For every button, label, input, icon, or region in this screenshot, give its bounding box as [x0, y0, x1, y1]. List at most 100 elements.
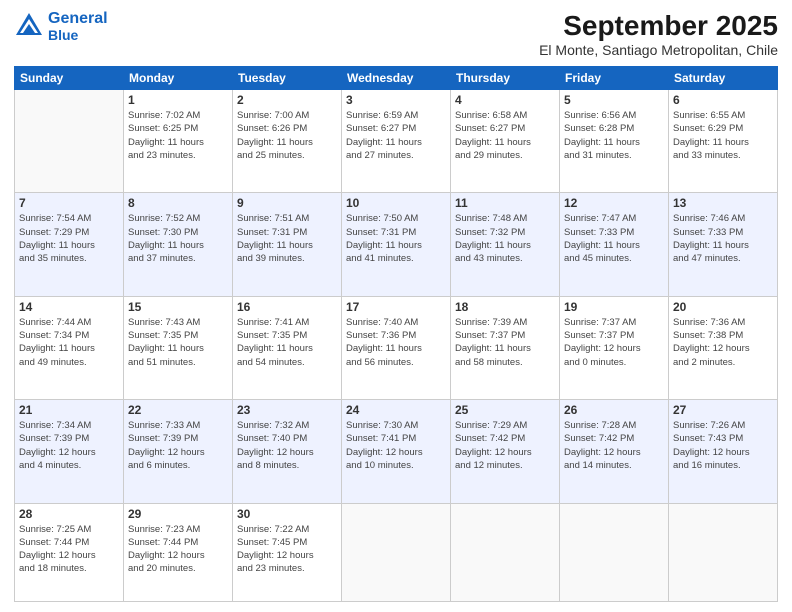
table-cell: 11Sunrise: 7:48 AM Sunset: 7:32 PM Dayli… [451, 193, 560, 296]
page: General Blue September 2025 El Monte, Sa… [0, 0, 792, 612]
day-number: 30 [237, 507, 337, 521]
table-cell: 16 Sunrise: 7:41 AM Sunset: 7:35 PM Dayli… [233, 296, 342, 399]
day-number: 16 [237, 300, 337, 314]
day-number: 3 [346, 93, 446, 107]
table-cell: 29 Sunrise: 7:23 AM Sunset: 7:44 PM Dayli… [124, 503, 233, 602]
col-tuesday: Tuesday [233, 67, 342, 90]
col-saturday: Saturday [669, 67, 778, 90]
day-number: 17 [346, 300, 446, 314]
location: El Monte, Santiago Metropolitan, Chile [539, 42, 778, 58]
day-number: 28 [19, 507, 119, 521]
day-info: Sunrise: 7:29 AM Sunset: 7:42 PM Dayligh… [455, 419, 555, 472]
day-number: 6 [673, 93, 773, 107]
col-wednesday: Wednesday [342, 67, 451, 90]
table-cell: 12 Sunrise: 7:47 AM Sunset: 7:33 PM Dayli… [560, 193, 669, 296]
day-info: Sunrise: 7:34 AM Sunset: 7:39 PM Dayligh… [19, 419, 119, 472]
table-cell [669, 503, 778, 602]
table-cell: 18 Sunrise: 7:39 AM Sunset: 7:37 PM Dayli… [451, 296, 560, 399]
day-number: 8 [128, 196, 228, 210]
table-cell: 26 Sunrise: 7:28 AM Sunset: 7:42 PM Dayli… [560, 400, 669, 503]
calendar-row: 7Sunrise: 7:54 AM Sunset: 7:29 PM Daylig… [15, 193, 778, 296]
day-info: Sunrise: 7:41 AM Sunset: 7:35 PM Dayligh… [237, 316, 337, 369]
table-cell: 10 Sunrise: 7:50 AM Sunset: 7:31 PM Dayli… [342, 193, 451, 296]
day-info: Sunrise: 7:44 AM Sunset: 7:34 PM Dayligh… [19, 316, 119, 369]
day-number: 19 [564, 300, 664, 314]
day-number: 14 [19, 300, 119, 314]
day-number: 25 [455, 403, 555, 417]
day-info: Sunrise: 7:47 AM Sunset: 7:33 PM Dayligh… [564, 212, 664, 265]
table-cell: 25 Sunrise: 7:29 AM Sunset: 7:42 PM Dayli… [451, 400, 560, 503]
col-thursday: Thursday [451, 67, 560, 90]
logo: General Blue [14, 10, 108, 43]
table-cell: 9Sunrise: 7:51 AM Sunset: 7:31 PM Daylig… [233, 193, 342, 296]
table-cell [451, 503, 560, 602]
day-number: 13 [673, 196, 773, 210]
table-cell: 6Sunrise: 6:55 AM Sunset: 6:29 PM Daylig… [669, 90, 778, 193]
col-sunday: Sunday [15, 67, 124, 90]
month-title: September 2025 [539, 10, 778, 42]
calendar-row: 28 Sunrise: 7:25 AM Sunset: 7:44 PM Dayli… [15, 503, 778, 602]
day-info: Sunrise: 7:30 AM Sunset: 7:41 PM Dayligh… [346, 419, 446, 472]
day-number: 18 [455, 300, 555, 314]
day-info: Sunrise: 7:28 AM Sunset: 7:42 PM Dayligh… [564, 419, 664, 472]
day-info: Sunrise: 7:39 AM Sunset: 7:37 PM Dayligh… [455, 316, 555, 369]
table-cell: 19 Sunrise: 7:37 AM Sunset: 7:37 PM Dayli… [560, 296, 669, 399]
title-block: September 2025 El Monte, Santiago Metrop… [539, 10, 778, 58]
table-cell [560, 503, 669, 602]
day-info: Sunrise: 7:52 AM Sunset: 7:30 PM Dayligh… [128, 212, 228, 265]
day-info: Sunrise: 6:58 AM Sunset: 6:27 PM Dayligh… [455, 109, 555, 162]
day-number: 5 [564, 93, 664, 107]
calendar-table: Sunday Monday Tuesday Wednesday Thursday… [14, 66, 778, 602]
day-number: 23 [237, 403, 337, 417]
day-number: 15 [128, 300, 228, 314]
table-cell: 2Sunrise: 7:00 AM Sunset: 6:26 PM Daylig… [233, 90, 342, 193]
table-cell: 23 Sunrise: 7:32 AM Sunset: 7:40 PM Dayli… [233, 400, 342, 503]
day-info: Sunrise: 6:56 AM Sunset: 6:28 PM Dayligh… [564, 109, 664, 162]
table-cell: 17 Sunrise: 7:40 AM Sunset: 7:36 PM Dayli… [342, 296, 451, 399]
table-cell: 30Sunrise: 7:22 AM Sunset: 7:45 PM Dayli… [233, 503, 342, 602]
day-number: 10 [346, 196, 446, 210]
day-number: 24 [346, 403, 446, 417]
day-number: 4 [455, 93, 555, 107]
day-info: Sunrise: 7:23 AM Sunset: 7:44 PM Dayligh… [128, 523, 228, 576]
day-info: Sunrise: 7:25 AM Sunset: 7:44 PM Dayligh… [19, 523, 119, 576]
day-info: Sunrise: 6:59 AM Sunset: 6:27 PM Dayligh… [346, 109, 446, 162]
table-cell [15, 90, 124, 193]
table-cell: 13 Sunrise: 7:46 AM Sunset: 7:33 PM Dayli… [669, 193, 778, 296]
table-cell: 14 Sunrise: 7:44 AM Sunset: 7:34 PM Dayli… [15, 296, 124, 399]
day-info: Sunrise: 7:00 AM Sunset: 6:26 PM Dayligh… [237, 109, 337, 162]
day-number: 12 [564, 196, 664, 210]
day-info: Sunrise: 7:26 AM Sunset: 7:43 PM Dayligh… [673, 419, 773, 472]
day-number: 27 [673, 403, 773, 417]
day-info: Sunrise: 7:36 AM Sunset: 7:38 PM Dayligh… [673, 316, 773, 369]
table-cell: 28 Sunrise: 7:25 AM Sunset: 7:44 PM Dayli… [15, 503, 124, 602]
table-cell: 4 Sunrise: 6:58 AM Sunset: 6:27 PM Daylig… [451, 90, 560, 193]
calendar-header-row: Sunday Monday Tuesday Wednesday Thursday… [15, 67, 778, 90]
calendar-row: 21Sunrise: 7:34 AM Sunset: 7:39 PM Dayli… [15, 400, 778, 503]
day-info: Sunrise: 7:50 AM Sunset: 7:31 PM Dayligh… [346, 212, 446, 265]
day-info: Sunrise: 7:40 AM Sunset: 7:36 PM Dayligh… [346, 316, 446, 369]
table-cell: 1Sunrise: 7:02 AM Sunset: 6:25 PM Daylig… [124, 90, 233, 193]
day-number: 7 [19, 196, 119, 210]
day-info: Sunrise: 7:48 AM Sunset: 7:32 PM Dayligh… [455, 212, 555, 265]
table-cell: 24 Sunrise: 7:30 AM Sunset: 7:41 PM Dayli… [342, 400, 451, 503]
table-cell [342, 503, 451, 602]
table-cell: 15Sunrise: 7:43 AM Sunset: 7:35 PM Dayli… [124, 296, 233, 399]
day-number: 26 [564, 403, 664, 417]
logo-icon [14, 11, 44, 41]
table-cell: 8 Sunrise: 7:52 AM Sunset: 7:30 PM Daylig… [124, 193, 233, 296]
logo-text: General Blue [48, 10, 108, 43]
day-info: Sunrise: 7:46 AM Sunset: 7:33 PM Dayligh… [673, 212, 773, 265]
day-number: 20 [673, 300, 773, 314]
day-info: Sunrise: 7:32 AM Sunset: 7:40 PM Dayligh… [237, 419, 337, 472]
day-info: Sunrise: 7:51 AM Sunset: 7:31 PM Dayligh… [237, 212, 337, 265]
col-monday: Monday [124, 67, 233, 90]
table-cell: 7Sunrise: 7:54 AM Sunset: 7:29 PM Daylig… [15, 193, 124, 296]
day-info: Sunrise: 7:02 AM Sunset: 6:25 PM Dayligh… [128, 109, 228, 162]
day-number: 29 [128, 507, 228, 521]
calendar-row: 1Sunrise: 7:02 AM Sunset: 6:25 PM Daylig… [15, 90, 778, 193]
day-info: Sunrise: 7:37 AM Sunset: 7:37 PM Dayligh… [564, 316, 664, 369]
calendar-row: 14 Sunrise: 7:44 AM Sunset: 7:34 PM Dayli… [15, 296, 778, 399]
day-number: 22 [128, 403, 228, 417]
day-info: Sunrise: 7:33 AM Sunset: 7:39 PM Dayligh… [128, 419, 228, 472]
